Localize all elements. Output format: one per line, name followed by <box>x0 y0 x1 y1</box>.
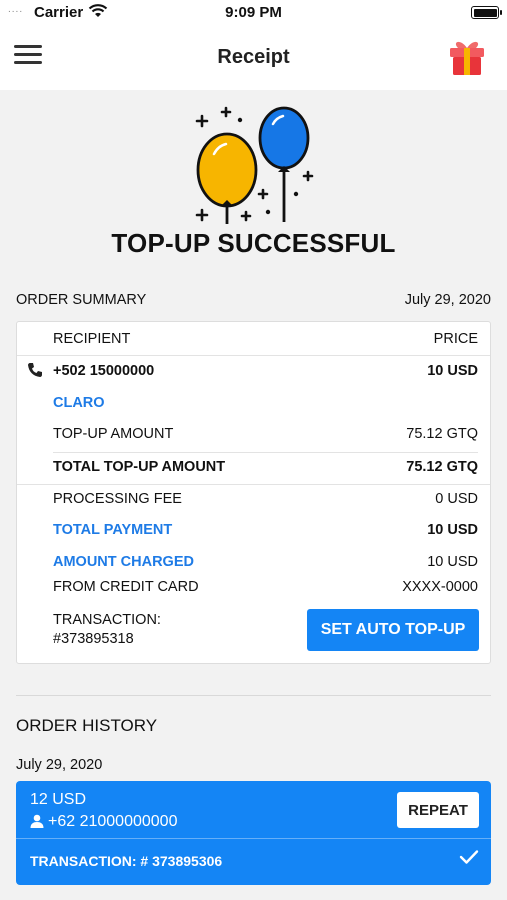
processing-fee-row: PROCESSING FEE 0 USD <box>53 487 478 511</box>
nav-bar: Receipt <box>0 26 507 90</box>
set-auto-topup-button[interactable]: SET AUTO TOP-UP <box>307 609 479 651</box>
summary-header-row: RECIPIENT PRICE <box>53 327 478 351</box>
operator-row: CLARO <box>53 391 478 415</box>
transaction-number: #373895318 <box>53 631 134 647</box>
history-transaction: TRANSACTION: # 373895306 <box>30 853 223 869</box>
divider <box>16 838 491 839</box>
total-payment-value: 10 USD <box>427 522 478 538</box>
history-amount: 12 USD <box>30 791 87 808</box>
topup-amount-value: 75.12 GTQ <box>406 426 478 442</box>
recipient-price: 10 USD <box>427 363 478 379</box>
balloons-illustration <box>195 106 314 224</box>
total-payment-row: TOTAL PAYMENT 10 USD <box>53 518 478 542</box>
order-history-date: July 29, 2020 <box>16 757 103 773</box>
order-summary-label: ORDER SUMMARY <box>16 292 147 308</box>
recipient-phone: +502 15000000 <box>53 363 155 379</box>
processing-fee-label: PROCESSING FEE <box>53 491 182 507</box>
status-bar: .... Carrier 9:09 PM <box>0 0 507 26</box>
topup-amount-label: TOP-UP AMOUNT <box>53 426 174 442</box>
amount-charged-value: 10 USD <box>427 554 478 570</box>
gift-icon[interactable] <box>446 36 488 78</box>
total-topup-value: 75.12 GTQ <box>406 459 478 475</box>
page-title: Receipt <box>217 46 290 68</box>
total-topup-label: TOTAL TOP-UP AMOUNT <box>53 459 226 475</box>
success-headline: TOP-UP SUCCESSFUL <box>111 228 396 258</box>
credit-card-label: FROM CREDIT CARD <box>53 579 199 595</box>
credit-card-value: XXXX-0000 <box>402 579 478 595</box>
battery-icon <box>471 6 502 19</box>
price-header: PRICE <box>433 331 478 347</box>
operator-name: CLARO <box>53 395 105 411</box>
history-item[interactable]: 12 USD +62 21000000000 REPEAT TRANSACTIO… <box>16 781 491 885</box>
recipient-header: RECIPIENT <box>53 331 131 347</box>
divider <box>53 452 478 453</box>
transaction-label: TRANSACTION: <box>53 612 161 628</box>
total-topup-row: TOTAL TOP-UP AMOUNT 75.12 GTQ <box>53 455 478 479</box>
repeat-button[interactable]: REPEAT <box>397 792 479 828</box>
person-icon <box>30 814 44 828</box>
order-summary-card: RECIPIENT PRICE +502 15000000 10 USD CLA… <box>16 321 491 664</box>
phone-icon <box>27 362 43 383</box>
credit-card-row: FROM CREDIT CARD XXXX-0000 <box>53 575 478 599</box>
order-summary-date: July 29, 2020 <box>404 292 491 308</box>
processing-fee-value: 0 USD <box>435 491 478 507</box>
transaction-info: TRANSACTION: #373895318 <box>53 611 161 649</box>
check-icon <box>459 849 479 870</box>
history-recipient-phone: +62 21000000000 <box>48 813 178 830</box>
divider <box>17 355 490 356</box>
order-history-label: ORDER HISTORY <box>16 716 158 735</box>
amount-charged-label: AMOUNT CHARGED <box>53 554 194 570</box>
divider <box>17 484 490 485</box>
recipient-row: +502 15000000 10 USD <box>53 359 478 383</box>
history-recipient: +62 21000000000 <box>30 813 177 831</box>
amount-charged-row: AMOUNT CHARGED 10 USD <box>53 550 478 574</box>
section-divider <box>16 695 491 696</box>
total-payment-label: TOTAL PAYMENT <box>53 522 173 538</box>
clock: 9:09 PM <box>225 4 282 21</box>
topup-amount-row: TOP-UP AMOUNT 75.12 GTQ <box>53 422 478 446</box>
